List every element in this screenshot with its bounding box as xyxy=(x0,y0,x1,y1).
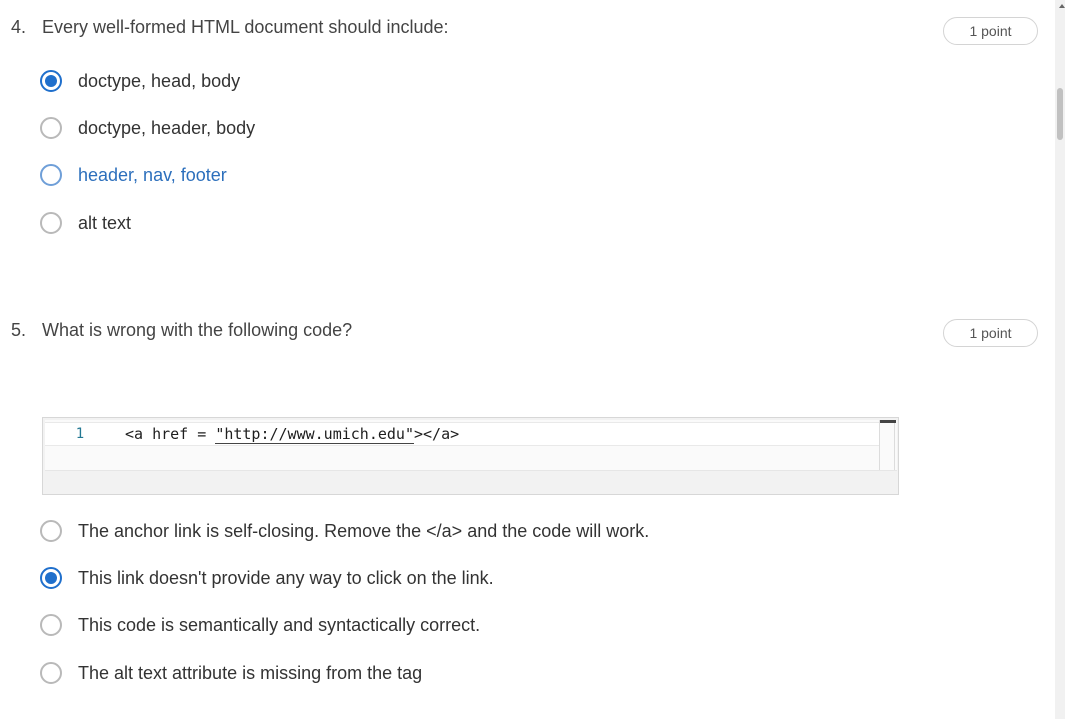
radio-button[interactable] xyxy=(40,164,62,186)
scroll-up-arrow-icon[interactable] xyxy=(1059,4,1065,8)
question-text: What is wrong with the following code? xyxy=(42,320,353,340)
question-text: Every well-formed HTML document should i… xyxy=(42,17,449,37)
question-number: 5. xyxy=(11,320,27,340)
code-editor-scrollbar[interactable] xyxy=(879,420,896,470)
option-code-correct[interactable]: This code is semantically and syntactica… xyxy=(40,610,480,640)
option-alt-text[interactable]: alt text xyxy=(40,208,131,238)
option-alt-missing[interactable]: The alt text attribute is missing from t… xyxy=(40,658,422,688)
option-label: alt text xyxy=(78,212,132,233)
page-scrollbar-thumb[interactable] xyxy=(1057,88,1063,140)
line-number: 1 xyxy=(75,426,85,442)
code-prefix: <a href = xyxy=(125,425,216,443)
option-label: This code is semantically and syntactica… xyxy=(78,614,481,635)
option-label: The anchor link is self-closing. Remove … xyxy=(78,520,650,541)
radio-button-checked[interactable] xyxy=(40,70,62,92)
code-suffix: ></a> xyxy=(414,425,460,443)
radio-button[interactable] xyxy=(40,662,62,684)
question-number: 4. xyxy=(11,17,27,37)
option-doctype-header-body[interactable]: doctype, header, body xyxy=(40,113,255,143)
radio-button[interactable] xyxy=(40,212,62,234)
code-string: "http://www.umich.edu" xyxy=(215,425,414,444)
option-label: This link doesn't provide any way to cli… xyxy=(78,567,494,588)
option-label: The alt text attribute is missing from t… xyxy=(78,662,423,683)
option-no-way-to-click[interactable]: This link doesn't provide any way to cli… xyxy=(40,563,494,593)
code-editor-content[interactable]: 1 <a href = "http://www.umich.edu"></a> xyxy=(45,420,897,471)
radio-button-checked[interactable] xyxy=(40,567,62,589)
option-label: doctype, head, body xyxy=(78,70,241,91)
option-doctype-head-body[interactable]: doctype, head, body xyxy=(40,66,240,96)
radio-button[interactable] xyxy=(40,117,62,139)
code-line[interactable]: 1 <a href = "http://www.umich.edu"></a> xyxy=(45,422,881,446)
points-badge: 1 point xyxy=(943,17,1038,45)
option-label: doctype, header, body xyxy=(78,117,256,138)
code-editor[interactable]: 1 <a href = "http://www.umich.edu"></a> xyxy=(42,417,899,495)
code-text[interactable]: <a href = "http://www.umich.edu"></a> xyxy=(125,425,460,444)
radio-button[interactable] xyxy=(40,520,62,542)
points-badge: 1 point xyxy=(943,319,1038,347)
option-header-nav-footer[interactable]: header, nav, footer xyxy=(40,160,227,190)
option-label: header, nav, footer xyxy=(78,164,227,185)
option-self-closing[interactable]: The anchor link is self-closing. Remove … xyxy=(40,516,649,546)
radio-button[interactable] xyxy=(40,614,62,636)
